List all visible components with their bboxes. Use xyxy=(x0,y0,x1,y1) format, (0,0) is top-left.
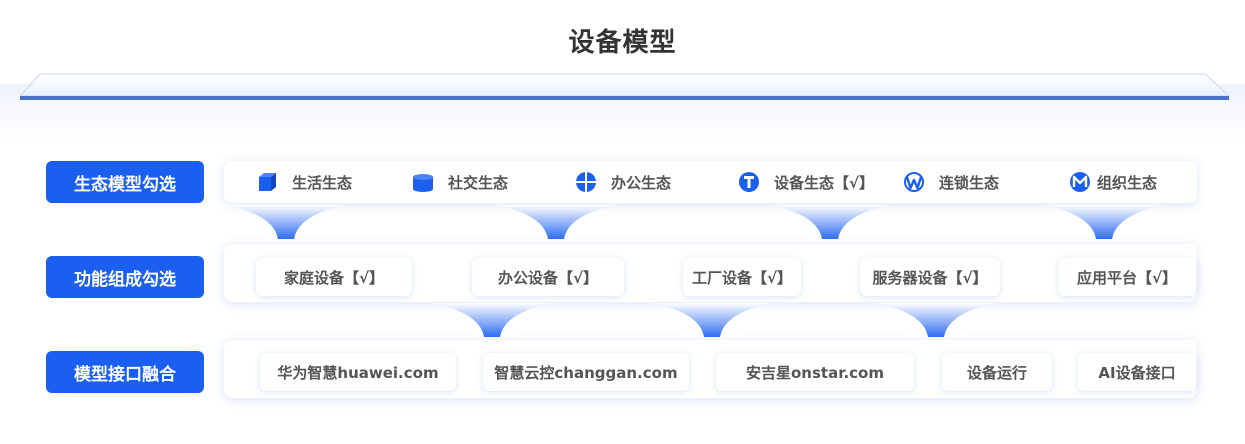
letter-w-icon xyxy=(904,172,924,192)
flow-arrow-icon xyxy=(770,205,890,239)
cube-icon xyxy=(259,173,276,191)
database-icon xyxy=(413,174,433,192)
chip-app-platform[interactable]: 应用平台【√】 xyxy=(1058,258,1196,296)
row-label-interface: 模型接口融合 xyxy=(46,351,204,393)
flow-arrow-icon xyxy=(876,303,996,337)
eco-item-device[interactable]: 设备生态【√】 xyxy=(738,161,874,203)
eco-item-office[interactable]: 办公生态 xyxy=(575,161,671,203)
flow-arrow-icon xyxy=(1044,205,1164,239)
chip-device-runtime[interactable]: 设备运行 xyxy=(942,353,1052,391)
chip-ai-device-interface[interactable]: AI设备接口 xyxy=(1078,353,1196,391)
page-title: 设备模型 xyxy=(568,28,677,58)
eco-item-org[interactable]: 组织生态 xyxy=(1069,161,1157,203)
letter-t-icon xyxy=(739,172,759,192)
eco-item-life[interactable]: 生活生态 xyxy=(256,161,352,203)
chip-factory-devices[interactable]: 工厂设备【√】 xyxy=(683,258,801,296)
chip-server-devices[interactable]: 服务器设备【√】 xyxy=(860,258,1000,296)
flow-arrow-icon xyxy=(432,303,552,337)
title-banner xyxy=(0,73,1245,142)
flow-arrow-icon xyxy=(652,303,772,337)
chip-changgan[interactable]: 智慧云控changgan.com xyxy=(483,353,689,391)
flow-arrow-icon xyxy=(496,205,616,239)
chip-onstar[interactable]: 安吉星onstar.com xyxy=(716,353,914,391)
ecosystem-panel: 生活生态 社交生态 办公生态 设备生态【√】 连锁生态 组织生态 xyxy=(224,161,1197,203)
eco-item-chain[interactable]: 连锁生态 xyxy=(903,161,999,203)
letter-m-icon xyxy=(1070,172,1090,192)
globe-icon xyxy=(576,172,596,192)
chip-home-devices[interactable]: 家庭设备【√】 xyxy=(256,258,412,296)
eco-item-social[interactable]: 社交生态 xyxy=(412,161,508,203)
row-label-function: 功能组成勾选 xyxy=(46,256,204,298)
row-label-ecosystem: 生态模型勾选 xyxy=(46,161,204,203)
flow-arrow-icon xyxy=(226,205,346,239)
chip-huawei[interactable]: 华为智慧huawei.com xyxy=(260,353,456,391)
chip-office-devices[interactable]: 办公设备【√】 xyxy=(472,258,624,296)
